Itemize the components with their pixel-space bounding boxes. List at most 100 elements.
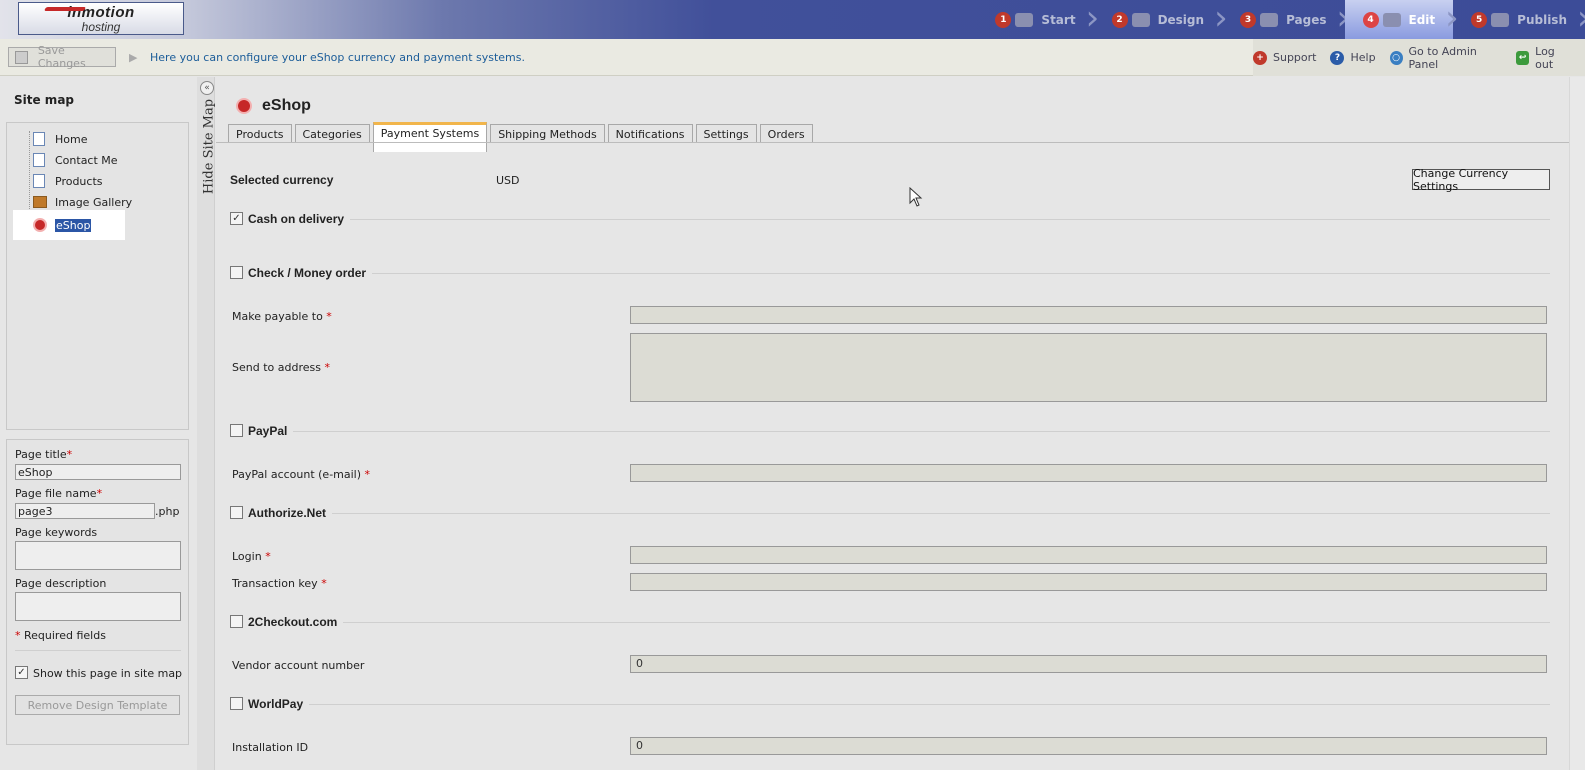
section-authorize-net: Authorize.Net bbox=[230, 504, 1550, 524]
save-changes-button[interactable]: Save Changes bbox=[8, 44, 116, 70]
worldpay-checkbox[interactable] bbox=[230, 697, 243, 710]
logout-link[interactable]: ↩ Log out bbox=[1516, 45, 1573, 71]
login-label: Login * bbox=[232, 550, 271, 563]
tree-item-label: Contact Me bbox=[55, 153, 118, 167]
tab-orders[interactable]: Orders bbox=[759, 124, 813, 143]
page-keywords-textarea[interactable] bbox=[15, 541, 181, 570]
logo-line2: hosting bbox=[81, 20, 121, 34]
design-icon bbox=[1131, 12, 1150, 27]
remove-design-template-button[interactable]: Remove Design Template bbox=[15, 695, 180, 715]
make-payable-to-input[interactable] bbox=[630, 306, 1547, 324]
page-title-label: Page title* bbox=[15, 448, 72, 461]
section-rule bbox=[248, 513, 1550, 514]
page-keywords-label: Page keywords bbox=[15, 526, 98, 539]
step-label: Edit bbox=[1408, 12, 1436, 27]
hide-sitemap-strip[interactable]: « Hide Site Map bbox=[197, 77, 217, 770]
section-name: Authorize.Net bbox=[248, 506, 332, 520]
wizard-steps: 1 Start › 2 Design › 3 Pages › 4 Edit › … bbox=[977, 0, 1585, 39]
login-input[interactable] bbox=[630, 546, 1547, 564]
gallery-icon bbox=[33, 196, 47, 208]
step-publish[interactable]: 5 Publish › bbox=[1453, 0, 1585, 39]
tab-products[interactable]: Products bbox=[228, 124, 292, 143]
tree-item-contact-me[interactable]: Contact Me bbox=[33, 150, 118, 170]
cash-on-delivery-checkbox[interactable]: ✓ bbox=[230, 212, 243, 225]
section-rule bbox=[248, 704, 1550, 705]
step-design[interactable]: 2 Design › bbox=[1094, 0, 1228, 39]
hide-sitemap-label[interactable]: Hide Site Map bbox=[202, 97, 217, 197]
section-name: WorldPay bbox=[248, 697, 310, 711]
page-file-name-input[interactable] bbox=[15, 503, 155, 519]
change-currency-settings-button[interactable]: Change Currency Settings bbox=[1412, 167, 1550, 193]
send-to-address-label: Send to address * bbox=[232, 361, 330, 374]
help-label: Help bbox=[1350, 51, 1376, 64]
step-label: Publish bbox=[1517, 12, 1567, 27]
admin-label: Go to Admin Panel bbox=[1408, 44, 1477, 71]
edit-icon bbox=[1382, 12, 1401, 27]
page-icon bbox=[33, 132, 45, 146]
transaction-key-input[interactable] bbox=[630, 573, 1547, 591]
show-in-sitemap-checkbox[interactable]: ✓ bbox=[15, 666, 28, 679]
page-title-input[interactable] bbox=[15, 464, 181, 480]
sitemap-title: Site map bbox=[14, 93, 74, 107]
support-link[interactable]: + Support bbox=[1253, 50, 1316, 65]
section-rule bbox=[248, 431, 1550, 432]
required-mark: * bbox=[96, 487, 103, 500]
paypal-account-input[interactable] bbox=[630, 464, 1547, 482]
required-mark: * bbox=[15, 629, 21, 642]
save-label: Save Changes bbox=[37, 44, 86, 70]
admin-globe-icon: ○ bbox=[1389, 50, 1403, 65]
hint-arrow-icon: ▶ bbox=[129, 51, 138, 64]
section-name: 2Checkout.com bbox=[248, 615, 344, 629]
page-file-name-label: Page file name* bbox=[15, 487, 102, 500]
paypal-checkbox[interactable] bbox=[230, 424, 243, 437]
transaction-key-label: Transaction key * bbox=[232, 577, 327, 590]
step-edit[interactable]: 4 Edit › bbox=[1344, 0, 1459, 39]
lifebuoy-icon: + bbox=[1253, 50, 1267, 65]
label-text: Make payable to bbox=[232, 310, 323, 323]
label-text: Transaction key bbox=[232, 577, 318, 590]
sitemap-tree: Home Contact Me Products Image Gallery bbox=[6, 122, 189, 430]
send-to-address-textarea[interactable] bbox=[630, 333, 1547, 402]
tab-notifications[interactable]: Notifications bbox=[607, 124, 693, 143]
save-disk-icon bbox=[15, 50, 28, 64]
section-name: Check / Money order bbox=[248, 266, 373, 280]
step-start[interactable]: 1 Start › bbox=[977, 0, 1099, 39]
vertical-scrollbar[interactable] bbox=[1569, 77, 1585, 770]
required-mark: * bbox=[324, 361, 330, 374]
tab-shipping-methods[interactable]: Shipping Methods bbox=[490, 124, 605, 143]
step-label: Design bbox=[1157, 12, 1205, 27]
inmotion-logo[interactable]: inmotion hosting bbox=[18, 2, 184, 35]
tree-item-home[interactable]: Home bbox=[33, 129, 87, 149]
page-description-textarea[interactable] bbox=[15, 592, 181, 621]
installation-id-input[interactable]: 0 bbox=[630, 737, 1547, 755]
eshop-tabs: Products Categories Payment Systems Ship… bbox=[228, 122, 813, 152]
admin-panel-link[interactable]: ○ Go to Admin Panel bbox=[1389, 44, 1503, 71]
help-link[interactable]: ? Help bbox=[1330, 50, 1376, 65]
eshop-icon bbox=[236, 98, 252, 114]
section-name: Cash on delivery bbox=[248, 212, 351, 226]
top-links: + Support ? Help ○ Go to Admin Panel ↩ L… bbox=[1253, 39, 1585, 76]
tree-item-image-gallery[interactable]: Image Gallery bbox=[33, 192, 132, 212]
publish-icon bbox=[1491, 12, 1510, 27]
step-pages[interactable]: 3 Pages › bbox=[1222, 0, 1350, 39]
make-payable-to-label: Make payable to * bbox=[232, 310, 332, 323]
step-label: Start bbox=[1041, 12, 1076, 27]
collapse-double-chevron-icon[interactable]: « bbox=[200, 81, 214, 95]
tree-item-eshop[interactable]: eShop bbox=[33, 215, 92, 235]
vendor-account-number-label: Vendor account number bbox=[232, 659, 365, 672]
vendor-account-number-input[interactable]: 0 bbox=[630, 655, 1547, 673]
authorize-net-checkbox[interactable] bbox=[230, 506, 243, 519]
2checkout-checkbox[interactable] bbox=[230, 615, 243, 628]
check-money-order-checkbox[interactable] bbox=[230, 266, 243, 279]
pages-icon bbox=[1260, 12, 1279, 27]
main-panel: eShop Products Categories Payment System… bbox=[216, 77, 1585, 770]
note-text: Required fields bbox=[24, 629, 106, 642]
tree-item-eshop-selected[interactable]: eShop bbox=[13, 210, 125, 240]
tab-categories[interactable]: Categories bbox=[294, 124, 370, 143]
tab-settings[interactable]: Settings bbox=[695, 124, 757, 143]
sidebar: Site map Home Contact Me Products Image … bbox=[0, 77, 197, 770]
step-number: 5 bbox=[1471, 11, 1488, 28]
tab-payment-systems[interactable]: Payment Systems bbox=[372, 122, 488, 152]
selected-currency-value: USD bbox=[496, 174, 520, 187]
tree-item-products[interactable]: Products bbox=[33, 171, 103, 191]
